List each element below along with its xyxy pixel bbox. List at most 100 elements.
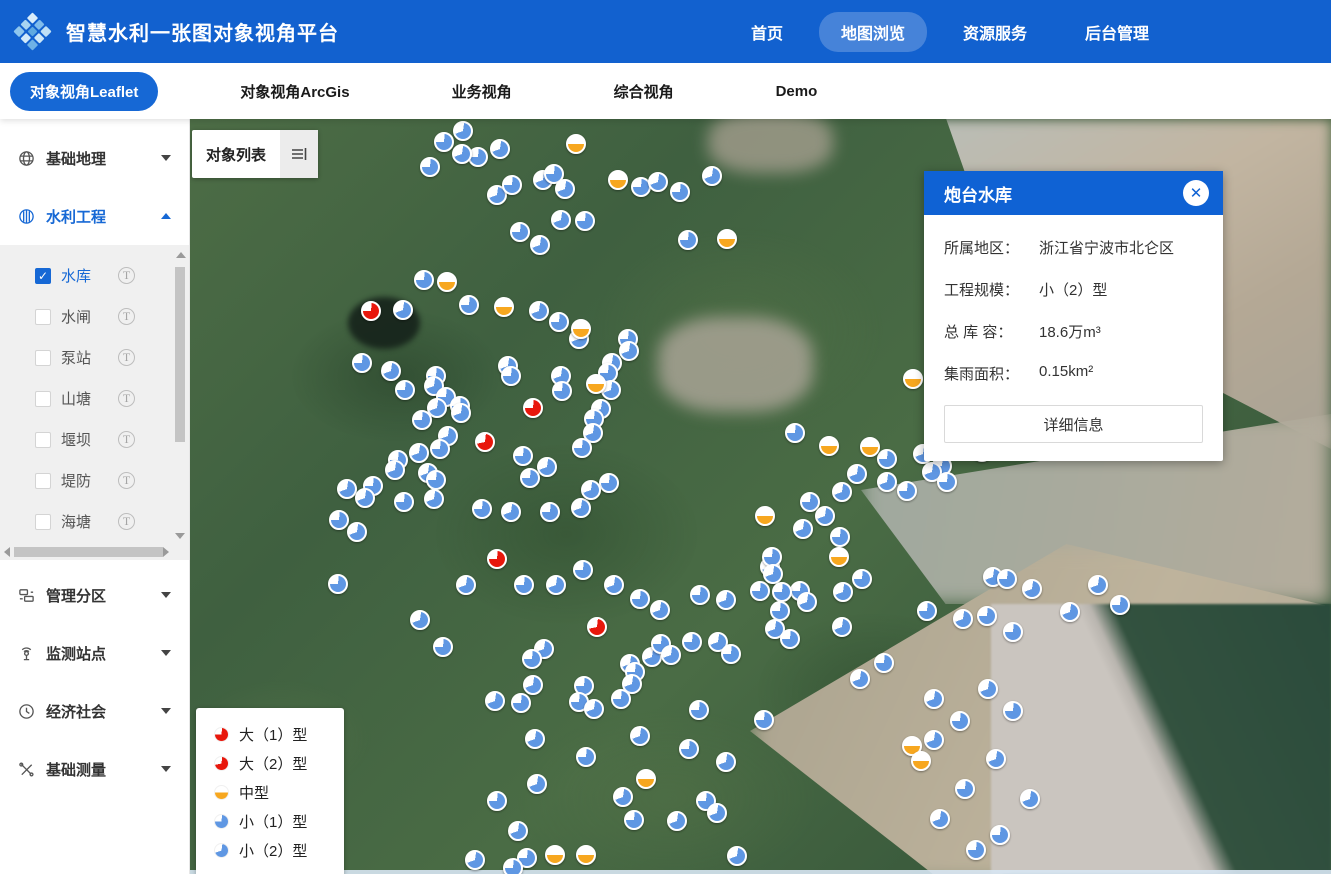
reservoir-marker-s1[interactable]	[549, 312, 569, 332]
reservoir-marker-s2[interactable]	[451, 403, 471, 423]
reservoir-marker-s2[interactable]	[546, 575, 566, 595]
reservoir-marker-s1[interactable]	[572, 438, 592, 458]
reservoir-marker-m[interactable]	[819, 436, 839, 456]
reservoir-marker-s1[interactable]	[503, 858, 523, 874]
checkbox-水闸[interactable]	[35, 309, 51, 325]
sidebar-section-4[interactable]: 经济社会	[0, 688, 189, 734]
reservoir-marker-s2[interactable]	[978, 679, 998, 699]
reservoir-marker-m[interactable]	[636, 769, 656, 789]
reservoir-marker-s1[interactable]	[721, 644, 741, 664]
reservoir-marker-s1[interactable]	[434, 132, 454, 152]
reservoir-marker-s2[interactable]	[490, 139, 510, 159]
reservoir-marker-m[interactable]	[755, 506, 775, 526]
nav-item-0[interactable]: 首页	[729, 12, 805, 52]
vertical-scroll-thumb[interactable]	[175, 267, 185, 442]
reservoir-marker-s1[interactable]	[1003, 622, 1023, 642]
reservoir-marker-s1[interactable]	[1110, 595, 1130, 615]
reservoir-marker-s1[interactable]	[352, 353, 372, 373]
view-tab-4[interactable]: Demo	[756, 74, 838, 109]
reservoir-marker-s1[interactable]	[426, 470, 446, 490]
reservoir-marker-s1[interactable]	[502, 175, 522, 195]
reservoir-marker-m[interactable]	[717, 229, 737, 249]
reservoir-marker-s1[interactable]	[520, 468, 540, 488]
reservoir-marker-s1[interactable]	[679, 739, 699, 759]
layer-info-icon[interactable]: T	[118, 308, 135, 325]
reservoir-marker-s1[interactable]	[937, 472, 957, 492]
reservoir-marker-s2[interactable]	[1088, 575, 1108, 595]
reservoir-marker-s2[interactable]	[424, 489, 444, 509]
reservoir-marker-s1[interactable]	[487, 791, 507, 811]
reservoir-marker-s1[interactable]	[420, 157, 440, 177]
reservoir-marker-s1[interactable]	[966, 840, 986, 860]
reservoir-marker-s2[interactable]	[529, 301, 549, 321]
reservoir-marker-s1[interactable]	[329, 510, 349, 530]
reservoir-marker-m[interactable]	[903, 369, 923, 389]
reservoir-marker-s2[interactable]	[930, 809, 950, 829]
horizontal-scrollbar[interactable]	[0, 544, 173, 560]
reservoir-marker-s1[interactable]	[599, 473, 619, 493]
reservoir-marker-s2[interactable]	[832, 617, 852, 637]
reservoir-marker-s2[interactable]	[924, 689, 944, 709]
reservoir-marker-s1[interactable]	[624, 810, 644, 830]
reservoir-marker-s1[interactable]	[690, 585, 710, 605]
reservoir-marker-s2[interactable]	[409, 443, 429, 463]
reservoir-marker-s1[interactable]	[576, 747, 596, 767]
reservoir-marker-s2[interactable]	[986, 749, 1006, 769]
reservoir-marker-s2[interactable]	[716, 590, 736, 610]
reservoir-marker-m[interactable]	[608, 170, 628, 190]
reservoir-marker-s2[interactable]	[650, 600, 670, 620]
reservoir-marker-s1[interactable]	[917, 601, 937, 621]
checkbox-堰坝[interactable]	[35, 432, 51, 448]
vertical-scrollbar[interactable]	[173, 249, 188, 542]
reservoir-marker-s2[interactable]	[584, 699, 604, 719]
reservoir-marker-s2[interactable]	[393, 300, 413, 320]
reservoir-marker-s2[interactable]	[453, 121, 473, 141]
reservoir-marker-l2[interactable]	[475, 432, 495, 452]
reservoir-marker-s2[interactable]	[953, 609, 973, 629]
reservoir-marker-s2[interactable]	[537, 457, 557, 477]
reservoir-marker-s1[interactable]	[955, 779, 975, 799]
reservoir-marker-s2[interactable]	[385, 460, 405, 480]
reservoir-marker-s2[interactable]	[763, 564, 783, 584]
view-tab-1[interactable]: 对象视角ArcGis	[220, 72, 369, 111]
sidebar-section-5[interactable]: 基础测量	[0, 746, 189, 792]
sidebar-section-3[interactable]: 监测站点	[0, 630, 189, 676]
reservoir-marker-s2[interactable]	[465, 850, 485, 870]
reservoir-marker-s2[interactable]	[815, 506, 835, 526]
reservoir-marker-l1[interactable]	[487, 549, 507, 569]
reservoir-marker-l1[interactable]	[523, 398, 543, 418]
reservoir-marker-s2[interactable]	[347, 522, 367, 542]
nav-item-2[interactable]: 资源服务	[941, 12, 1049, 52]
reservoir-marker-s2[interactable]	[530, 235, 550, 255]
reservoir-marker-s1[interactable]	[510, 222, 530, 242]
scroll-right-arrow[interactable]	[163, 547, 169, 557]
sidebar-section-2[interactable]: 管理分区	[0, 572, 189, 618]
reservoir-marker-s2[interactable]	[850, 669, 870, 689]
reservoir-marker-s1[interactable]	[522, 649, 542, 669]
view-tab-3[interactable]: 综合视角	[594, 72, 694, 111]
sidebar-section-0[interactable]: 基础地理	[0, 135, 189, 181]
reservoir-marker-s2[interactable]	[613, 787, 633, 807]
reservoir-marker-s1[interactable]	[395, 380, 415, 400]
layer-info-icon[interactable]: T	[118, 390, 135, 407]
checkbox-泵站[interactable]	[35, 350, 51, 366]
reservoir-marker-s1[interactable]	[573, 560, 593, 580]
reservoir-marker-s1[interactable]	[785, 423, 805, 443]
reservoir-marker-s2[interactable]	[604, 575, 624, 595]
layer-info-icon[interactable]: T	[118, 431, 135, 448]
scroll-left-arrow[interactable]	[4, 547, 10, 557]
reservoir-marker-s1[interactable]	[433, 637, 453, 657]
close-icon[interactable]: ✕	[1183, 180, 1209, 206]
nav-item-3[interactable]: 后台管理	[1063, 12, 1171, 52]
reservoir-marker-s1[interactable]	[678, 230, 698, 250]
reservoir-marker-s2[interactable]	[1022, 579, 1042, 599]
reservoir-marker-s1[interactable]	[611, 689, 631, 709]
reservoir-marker-s1[interactable]	[414, 270, 434, 290]
reservoir-marker-s1[interactable]	[514, 575, 534, 595]
reservoir-marker-s1[interactable]	[750, 581, 770, 601]
checkbox-山塘[interactable]	[35, 391, 51, 407]
reservoir-marker-s1[interactable]	[780, 629, 800, 649]
reservoir-marker-l2[interactable]	[587, 617, 607, 637]
reservoir-marker-m[interactable]	[437, 272, 457, 292]
reservoir-marker-s1[interactable]	[754, 710, 774, 730]
